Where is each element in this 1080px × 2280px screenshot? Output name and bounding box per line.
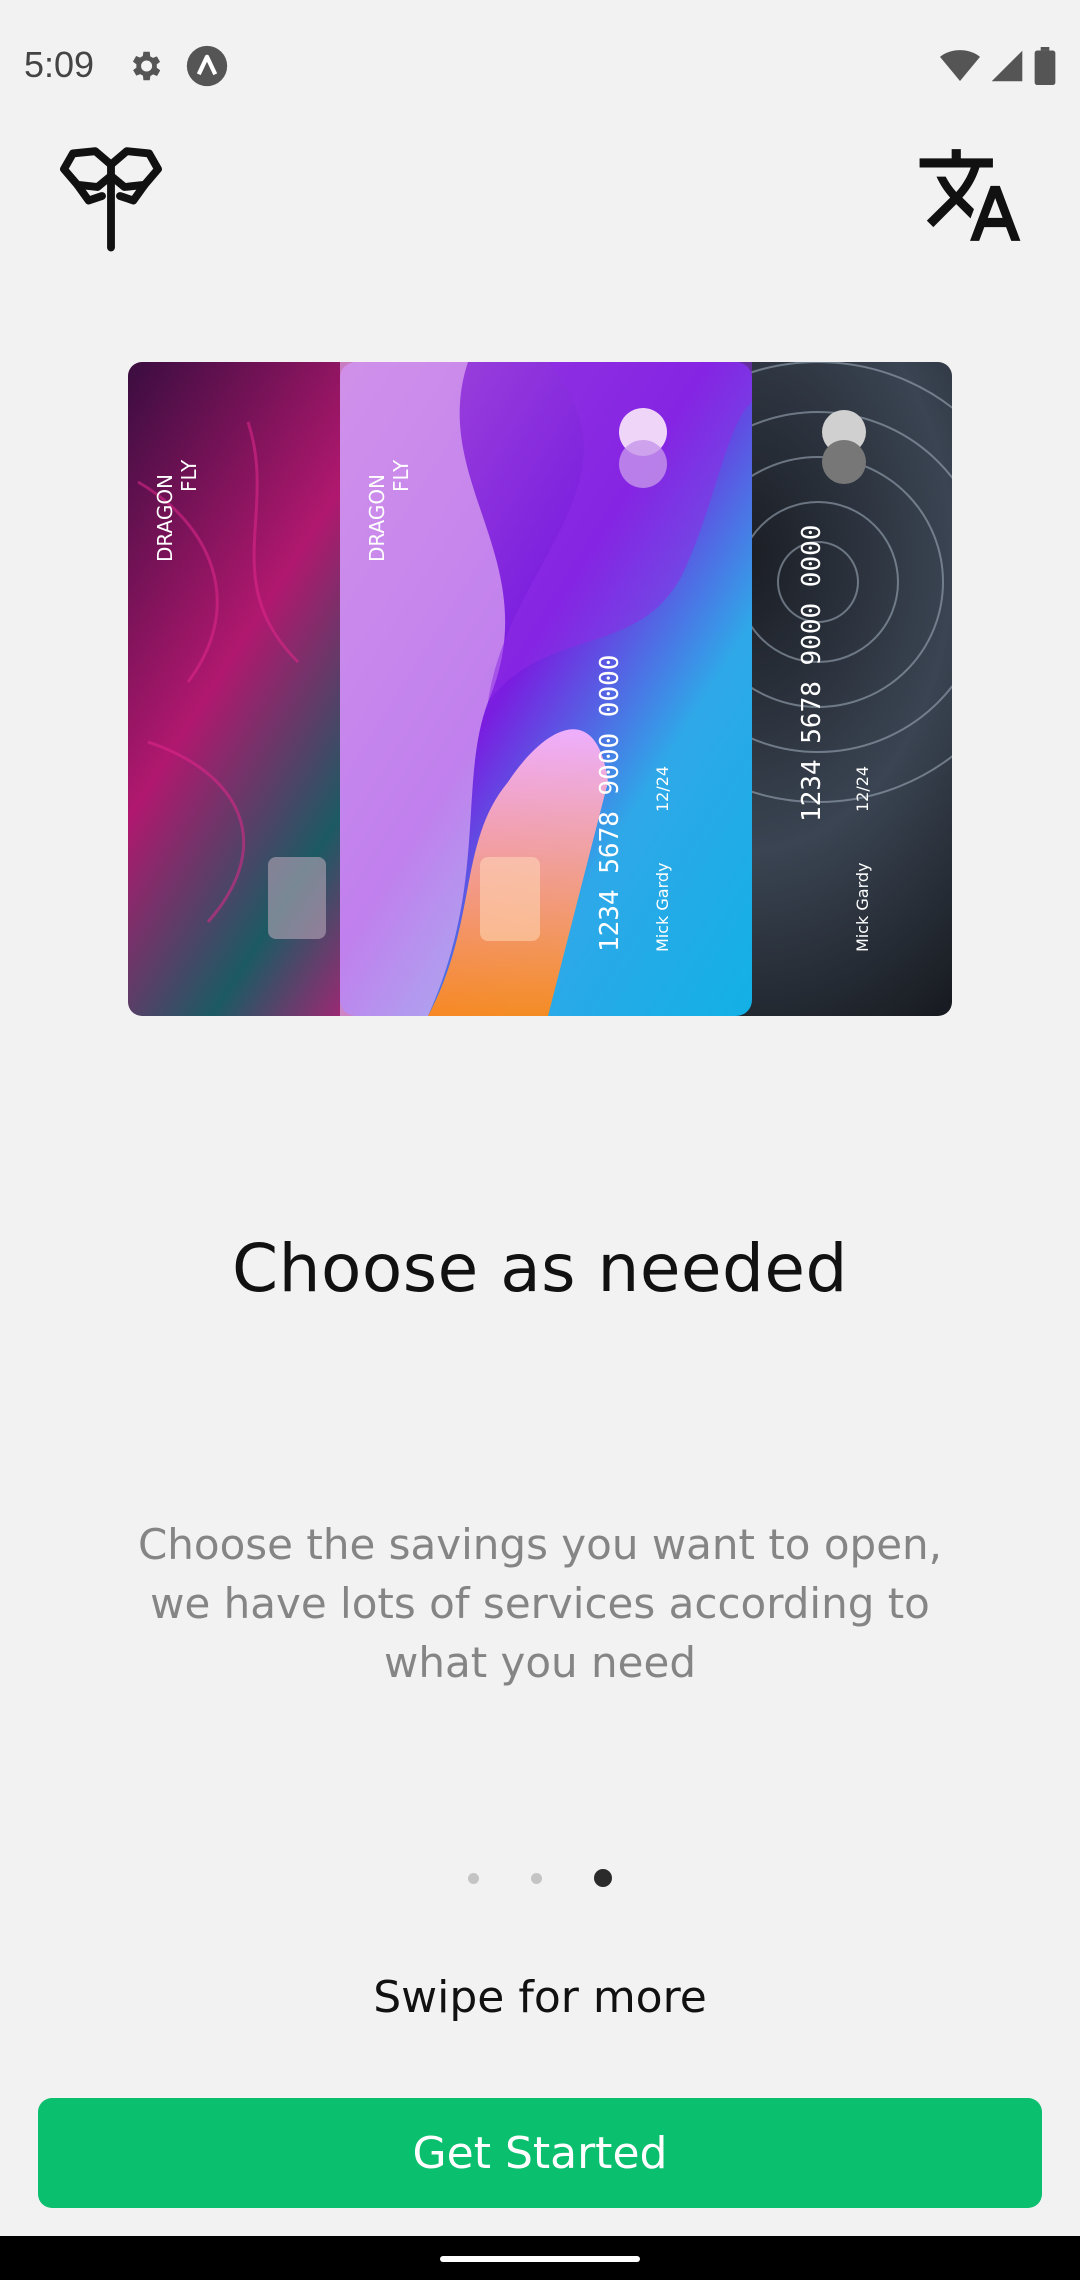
svg-text:DRAGON: DRAGON [365, 474, 389, 562]
onboarding-title: Choose as needed [232, 1230, 848, 1307]
dragonfly-logo-icon[interactable] [55, 140, 167, 252]
home-gesture-handle[interactable] [440, 2256, 640, 2262]
svg-text:FLY: FLY [177, 459, 201, 492]
status-right-icons [940, 46, 1056, 86]
svg-text:12/24: 12/24 [653, 766, 672, 812]
signal-icon [991, 50, 1023, 82]
page-dot-1[interactable] [468, 1872, 479, 1884]
page-indicator [0, 1866, 1080, 1890]
a-app-icon [186, 45, 228, 87]
wifi-icon [940, 50, 980, 81]
svg-text:12/24: 12/24 [853, 766, 872, 812]
status-bar: 5:09 [0, 0, 1080, 135]
translate-icon[interactable] [912, 140, 1028, 250]
card-front-gradient: DRAGON FLY 1234 5678 9000 0000 Mick Gard… [340, 362, 752, 1016]
settings-icon [132, 51, 161, 81]
svg-text:DRAGON: DRAGON [153, 474, 177, 562]
page-dot-2[interactable] [531, 1872, 542, 1884]
svg-text:1234 5678 9000 0000: 1234 5678 9000 0000 [595, 655, 625, 952]
status-time: 5:09 [24, 44, 95, 85]
onboarding-description: Choose the savings you want to open, we … [137, 1520, 943, 1687]
swipe-hint: Swipe for more [373, 1972, 707, 2023]
battery-icon [1034, 47, 1056, 85]
page-dot-3-active[interactable] [594, 1869, 612, 1887]
svg-text:Mick Gardy: Mick Gardy [653, 862, 672, 952]
get-started-button[interactable]: Get Started [38, 2098, 1042, 2208]
svg-text:FLY: FLY [389, 459, 413, 492]
credit-cards-illustration: DRAGON FLY 1234 5678 9000 0000 Mick Gard… [128, 362, 952, 1016]
svg-text:Mick Gardy: Mick Gardy [853, 862, 872, 952]
svg-text:1234 5678 9000 0000: 1234 5678 9000 0000 [797, 525, 827, 822]
